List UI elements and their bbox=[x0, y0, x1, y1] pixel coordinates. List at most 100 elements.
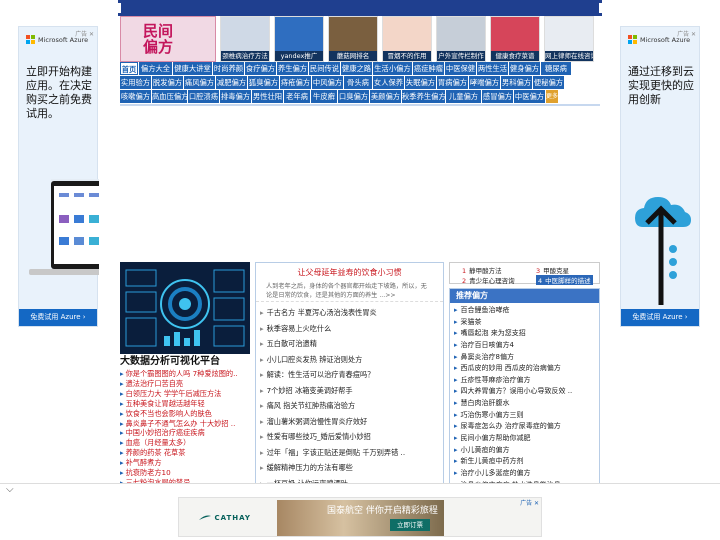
big-data-promo-image[interactable] bbox=[120, 262, 250, 354]
list-item[interactable]: ▸ 嘴唇起泡 来为您支招 bbox=[450, 328, 599, 340]
list-item[interactable]: ▸ 尿毒症怎么办 治疗尿毒症的偏方 bbox=[450, 421, 599, 433]
nav-item[interactable]: 口臭偏方 bbox=[338, 90, 369, 103]
nav-item[interactable]: 民间传说 bbox=[309, 62, 340, 75]
azure-free-trial-button[interactable]: 免费试用 Azure › bbox=[621, 309, 699, 326]
header-thumb[interactable]: 颈椎病治疗方法 bbox=[220, 16, 270, 62]
header-thumb[interactable]: 户外宣传栏制作 bbox=[436, 16, 486, 62]
list-item[interactable]: ▸ 鼻炎鼻子不通气怎么办 十大妙招 .. bbox=[120, 419, 250, 429]
nav-item[interactable]: 更多 bbox=[546, 90, 558, 103]
nav-item[interactable]: 女人保养 bbox=[373, 76, 404, 89]
rank-item[interactable]: 1 静甲酸方法 bbox=[462, 265, 502, 275]
list-item[interactable]: ▸ 巧治伤寒小偏方三则 bbox=[450, 410, 599, 422]
nav-item[interactable]: 痔疮偏方 bbox=[280, 76, 311, 89]
nav-item[interactable]: 感冒偏方 bbox=[482, 90, 513, 103]
list-item[interactable]: ▸ 治疗小儿多涎症的偏方 bbox=[450, 468, 599, 480]
list-item[interactable]: ▸ 百合鲤鱼治哮疮 bbox=[450, 305, 599, 317]
nav-item[interactable]: 食疗偏方 bbox=[245, 62, 276, 75]
list-item[interactable]: ▸ 血癌（月经量太多） bbox=[120, 438, 250, 448]
nav-item[interactable]: 咳嗽偏方 bbox=[120, 90, 151, 103]
nav-item[interactable]: 中风偏方 bbox=[312, 76, 343, 89]
list-item[interactable]: ▸ 性爱有哪些技巧_婚后爱情小妙招 bbox=[256, 429, 443, 445]
nav-item[interactable]: 便秘偏方 bbox=[533, 76, 564, 89]
nav-item[interactable]: 中医保健 bbox=[445, 62, 476, 75]
book-now-button[interactable]: 立即订票 bbox=[390, 519, 430, 531]
nav-item[interactable]: 实用验方 bbox=[120, 76, 151, 89]
list-item[interactable]: ▸ 秋季容易上火吃什么 bbox=[256, 321, 443, 337]
nav-item[interactable]: 排毒偏方 bbox=[220, 90, 251, 103]
header-thumb[interactable]: 健康食疗菜谱 bbox=[490, 16, 540, 62]
rank-item-selected[interactable]: 4 中医脚样的描述 bbox=[536, 275, 593, 285]
nav-item[interactable]: 狐臭偏方 bbox=[248, 76, 279, 89]
nav-item[interactable]: 糖尿病 bbox=[541, 62, 571, 75]
list-item[interactable]: ▸ 五种美食让胃越活越年轻 bbox=[120, 399, 250, 409]
nav-item[interactable]: 养生偏方 bbox=[277, 62, 308, 75]
nav-item[interactable]: 首页 bbox=[120, 62, 138, 75]
nav-item[interactable]: 骨头病 bbox=[344, 76, 372, 89]
chevron-down-icon[interactable]: ⌵ bbox=[6, 484, 14, 495]
nav-item[interactable]: 老年病 bbox=[284, 90, 310, 103]
nav-item[interactable]: 健身偏方 bbox=[509, 62, 540, 75]
list-item[interactable]: ▸ 饮食不当也会影响人的肤色 bbox=[120, 409, 250, 419]
list-item[interactable]: ▸ 四大养胃偏方？误用小心导致反效 .. bbox=[450, 386, 599, 398]
list-item[interactable]: ▸ 慧白肉治肝腹水 bbox=[450, 398, 599, 410]
list-item[interactable]: ▸ 7个妙招 冰箱变美调好帮手 bbox=[256, 383, 443, 399]
nav-item[interactable]: 高血压偏方 bbox=[152, 90, 187, 103]
list-item[interactable]: ▸ 中国小妙招治疗癌症疾病 bbox=[120, 428, 250, 438]
nav-item[interactable]: 痛风偏方 bbox=[184, 76, 215, 89]
header-thumb[interactable]: 蘑菇网排名 bbox=[328, 16, 378, 62]
list-item[interactable]: ▸ 鼻窦炎治疗8偏方 bbox=[450, 352, 599, 364]
header-thumb[interactable]: 冒烟不的作用 bbox=[382, 16, 432, 62]
nav-item[interactable]: 男性壮阳 bbox=[252, 90, 283, 103]
list-item[interactable]: ▸ 溜山薯米粥调治慢性胃炎疗效好 bbox=[256, 414, 443, 430]
list-item[interactable]: ▸ 千古名方 半夏泻心汤治浅表性胃炎 bbox=[256, 305, 443, 321]
nav-item[interactable]: 两性生活 bbox=[477, 62, 508, 75]
nav-item[interactable]: 牛皮癣 bbox=[311, 90, 337, 103]
list-item[interactable]: ▸ 采猫茶 bbox=[450, 317, 599, 329]
list-item[interactable]: ▸ 丘疹性荨麻疹治疗偏方 bbox=[450, 375, 599, 387]
list-item[interactable]: ▸ 白领压力大 学学午后减压方法 bbox=[120, 389, 250, 399]
right-side-ad[interactable]: 广告 ✕ Microsoft Azure 通过迁移到云实现更快的应用创新 免费试… bbox=[620, 26, 700, 327]
nav-item[interactable]: 偏方大全 bbox=[139, 62, 172, 75]
list-item[interactable]: ▸ 民间小偏方帮助你减肥 bbox=[450, 433, 599, 445]
nav-item[interactable]: 减肥偏方 bbox=[216, 76, 247, 89]
nav-item[interactable]: 生活小偏方 bbox=[373, 62, 412, 75]
azure-free-trial-button[interactable]: 免费试用 Azure › bbox=[19, 309, 97, 326]
list-item[interactable]: ▸ 缓解精神压力的方法有哪些 bbox=[256, 460, 443, 476]
list-item[interactable]: ▸ 痛风 指关节红肿热痛治验方 bbox=[256, 398, 443, 414]
nav-item[interactable]: 癌症肿瘤 bbox=[413, 62, 444, 75]
nav-item[interactable]: 秋季养生偏方 bbox=[402, 90, 445, 103]
nav-item[interactable]: 健康大讲堂 bbox=[173, 62, 212, 75]
nav-item[interactable]: 失眠偏方 bbox=[405, 76, 436, 89]
rank-item[interactable]: 2 青少年心理咨询 bbox=[462, 275, 515, 285]
header-thumb[interactable]: yandex推广 bbox=[274, 16, 324, 62]
cathay-banner-ad[interactable]: 广告 ✕ CATHAY 国泰航空 伴你开启精彩旅程 立即订票 bbox=[178, 497, 542, 537]
nav-item[interactable]: 美颜偏方 bbox=[370, 90, 401, 103]
nav-item[interactable]: 中医偏方 bbox=[514, 90, 545, 103]
nav-item[interactable]: 胃病偏方 bbox=[437, 76, 468, 89]
list-item[interactable]: ▸ 解读：性生活可以治疗青春痘吗？ bbox=[256, 367, 443, 383]
ad-close-icon[interactable]: 广告 ✕ bbox=[520, 498, 539, 507]
list-item[interactable]: ▸ 新生儿黄疸中药方剂 bbox=[450, 456, 599, 468]
nav-item[interactable]: 时尚养颜 bbox=[213, 62, 244, 75]
list-item[interactable]: ▸ 治疗百日咳偏方4 bbox=[450, 340, 599, 352]
nav-item[interactable]: 口腔溃疡 bbox=[188, 90, 219, 103]
list-item[interactable]: ▸ 小儿黄疸的偏方 bbox=[450, 445, 599, 457]
list-item[interactable]: ▸ 过年「福」字该正贴还是倒贴 千万别弄错 .. bbox=[256, 445, 443, 461]
list-item[interactable]: ▸ 你是个霸图图的人吗 7种爱炫图的.. bbox=[120, 369, 250, 379]
list-item[interactable]: ▸ 小儿口腔炎发热 辨证治则处方 bbox=[256, 352, 443, 368]
header-thumb[interactable]: 网上律师在线咨询 bbox=[544, 16, 594, 62]
list-item[interactable]: ▸ 补气醉煮方 bbox=[120, 458, 250, 468]
promo-title[interactable]: 大数据分析可视化平台 bbox=[120, 354, 250, 369]
list-item[interactable]: ▸ 养颜的药茶 花草茶 bbox=[120, 448, 250, 458]
left-side-ad[interactable]: 广告 ✕ Microsoft Azure 立即开始构建应用。在决定购买之前免费试… bbox=[18, 26, 99, 327]
rank-item[interactable]: 3 甲酸克星 bbox=[536, 265, 569, 275]
list-item[interactable]: ▸ 五白散可治遗精 bbox=[256, 336, 443, 352]
nav-item[interactable]: 男科偏方 bbox=[501, 76, 532, 89]
list-item[interactable]: ▸ 抗衰防老方10 bbox=[120, 468, 250, 478]
nav-item[interactable]: 儿童偏方 bbox=[446, 90, 481, 103]
list-item[interactable]: ▸ 遗法治疗口苦自亮 bbox=[120, 379, 250, 389]
nav-item[interactable]: 哮喘偏方 bbox=[469, 76, 500, 89]
nav-item[interactable]: 健康之路 bbox=[341, 62, 372, 75]
nav-item[interactable]: 脱发偏方 bbox=[152, 76, 183, 89]
featured-article-title[interactable]: 让父母延年益寿的饮食小习惯 bbox=[256, 267, 443, 278]
